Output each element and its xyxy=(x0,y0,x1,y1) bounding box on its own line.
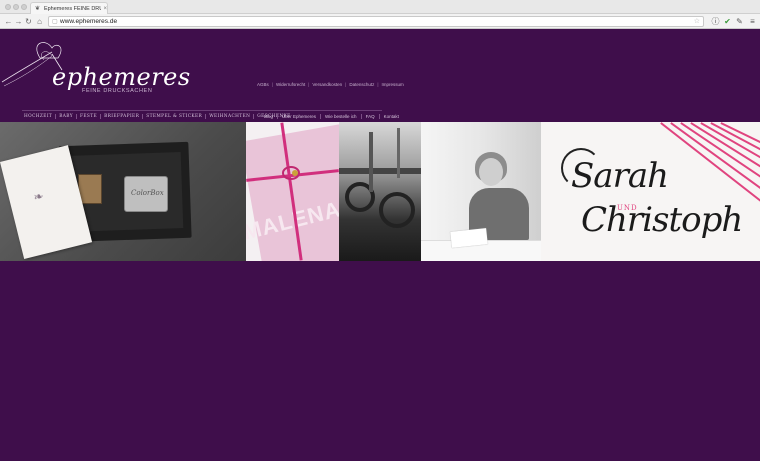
logo-tagline: FEINE DRUCKSACHEN xyxy=(82,88,153,94)
separator: | xyxy=(308,82,310,87)
forward-icon[interactable]: → xyxy=(14,17,23,26)
hero-image-designer[interactable] xyxy=(421,122,541,261)
back-icon[interactable]: ← xyxy=(4,17,13,26)
hero-image-stamp-box[interactable]: ColorBox ❧ xyxy=(0,122,246,261)
page-icon: ▢ xyxy=(52,19,58,25)
close-window-button[interactable] xyxy=(5,4,11,10)
calligraphy-name-second: Christoph xyxy=(581,200,743,240)
hero-image-pink-card[interactable]: MALENA xyxy=(246,122,339,261)
link-agbs[interactable]: AGBs xyxy=(257,82,269,87)
website: ephemeres FEINE DRUCKSACHEN AGBs | Wider… xyxy=(0,30,760,461)
home-icon[interactable]: ⌂ xyxy=(35,17,44,26)
nav-item-blog[interactable]: Blog xyxy=(264,114,277,119)
nav-item-ueber-ephemeres[interactable]: Über Ephemeres xyxy=(277,114,320,119)
menu-icon[interactable]: ≡ xyxy=(748,17,757,26)
nav-divider xyxy=(22,110,382,111)
check-icon[interactable]: ✔ xyxy=(723,17,732,26)
nav-item-briefpapier[interactable]: BRIEFPAPIER xyxy=(100,114,142,119)
nav-item-kontakt[interactable]: Kontakt xyxy=(378,114,403,119)
url-text: www.ephemeres.de xyxy=(60,18,118,25)
tab-title: Ephemeres FEINE DRUCK xyxy=(43,5,102,12)
ink-pad-label: ColorBox xyxy=(131,189,164,197)
nav-item-stempel-sticker[interactable]: STEMPEL & STICKER xyxy=(142,114,205,119)
nav-item-hochzeit[interactable]: HOCHZEIT xyxy=(24,114,55,119)
calligraphy-name-first: Sarah xyxy=(571,156,669,196)
bookmark-star-icon[interactable]: ☆ xyxy=(694,17,700,25)
separator: | xyxy=(377,82,379,87)
logo-wordmark: ephemeres xyxy=(52,63,191,91)
tab-close-icon[interactable]: × xyxy=(103,6,107,12)
favicon-icon: ❦ xyxy=(35,5,41,12)
link-impressum[interactable]: Impressum xyxy=(382,82,404,87)
link-widerrufsrecht[interactable]: Widerrufsrecht xyxy=(276,82,305,87)
site-logo[interactable]: ephemeres FEINE DRUCKSACHEN xyxy=(0,38,190,98)
link-versandkosten[interactable]: Versandkosten xyxy=(312,82,342,87)
nav-item-baby[interactable]: BABY xyxy=(55,114,76,119)
calligraphy-und: UND xyxy=(617,204,638,212)
address-bar[interactable]: ▢ www.ephemeres.de ☆ xyxy=(48,16,704,27)
legal-links: AGBs | Widerrufsrecht | Versandkosten | … xyxy=(257,82,404,87)
ink-pad: ColorBox xyxy=(124,176,168,212)
nav-item-faq[interactable]: FAQ xyxy=(360,114,379,119)
hero-image-printing-press[interactable] xyxy=(339,122,421,261)
main-navigation: HOCHZEIT BABY FESTE BRIEFPAPIER STEMPEL … xyxy=(24,114,294,119)
browser-tab-bar: ❦ Ephemeres FEINE DRUCK × xyxy=(0,0,760,14)
browser-tab[interactable]: ❦ Ephemeres FEINE DRUCK × xyxy=(30,2,108,14)
browser-toolbar: ← → ↻ ⌂ ▢ www.ephemeres.de ☆ ⓘ ✔ ✎ ≡ xyxy=(0,14,760,29)
nav-item-feste[interactable]: FESTE xyxy=(75,114,100,119)
info-icon[interactable]: ⓘ xyxy=(711,17,720,26)
person-head xyxy=(479,158,503,186)
hero-image-calligraphy[interactable]: Sarah Christoph UND xyxy=(541,122,760,261)
maximize-window-button[interactable] xyxy=(21,4,27,10)
extension-icon[interactable]: ✎ xyxy=(735,17,744,26)
press-wheel xyxy=(379,192,415,228)
separator: | xyxy=(345,82,347,87)
nav-item-wie-bestelle-ich[interactable]: Wie bestelle ich xyxy=(320,114,361,119)
reload-icon[interactable]: ↻ xyxy=(24,17,33,26)
bell-ornament xyxy=(292,170,298,176)
nav-item-weihnachten[interactable]: WEIHNACHTEN xyxy=(205,114,253,119)
secondary-navigation: Blog Über Ephemeres Wie bestelle ich FAQ… xyxy=(264,114,403,119)
bird-icon: ❧ xyxy=(31,188,46,205)
separator: | xyxy=(271,82,273,87)
minimize-window-button[interactable] xyxy=(13,4,19,10)
hero-image-strip: ColorBox ❧ MALENA Sarah Christoph UND xyxy=(0,122,760,261)
link-datenschutz[interactable]: Datenschutz xyxy=(349,82,374,87)
